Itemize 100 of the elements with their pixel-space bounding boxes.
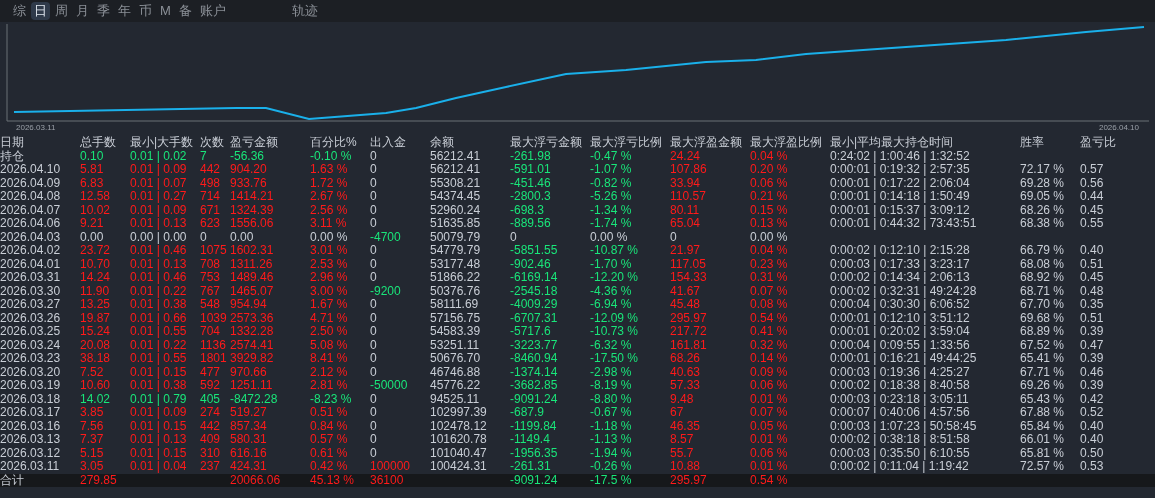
table-cell-text: 2.53 % [310,257,349,271]
table-cell-text: 0.00 [80,230,105,244]
table-cell-text: -889.56 [510,217,552,231]
table-cell-text: 0.32 % [750,338,789,352]
table-cell-text: 24.24 [670,149,702,163]
table-cell-text: 10.88 [670,460,702,474]
table-cell-text: -687.9 [510,406,546,420]
table-cell-text: 2026.04.02 [0,244,62,258]
table-cell-text: 592 [200,379,222,393]
table-cell-text: 295.97 [670,473,708,487]
table-cell-text: 0.46 [1080,365,1105,379]
table-cell-text: 19.87 [80,311,112,325]
column-header: 次数 [200,136,225,150]
table-cell-text: 54583.39 [430,325,482,339]
table-cell-text: -0.47 % [590,149,633,163]
table-cell-text: 3.11 % [310,217,348,231]
table-cell-text: 0.09 % [750,365,789,379]
table-cell-text: 54779.79 [430,244,482,258]
table-cell-text: 933.76 [230,176,268,190]
table-cell-text: 0 [370,244,378,258]
table-cell-text: 1.72 % [310,176,349,190]
table-cell-text: -9200 [370,284,402,298]
table-cell-text: -0.26 % [590,460,633,474]
table-cell-text: -6.94 % [590,298,633,312]
table-cell-text: -1.94 % [590,446,633,460]
track-tab[interactable]: 轨迹 [288,2,321,20]
table-cell-text: 405 [200,392,222,406]
table-cell-text: -4700 [370,230,402,244]
table-cell-text: 67.71 % [1020,365,1066,379]
table-cell-text: 68.26 [670,352,702,366]
table-cell-text: -12.20 % [590,271,640,285]
period-tab[interactable]: 综 [10,2,29,20]
table-cell-text: 0 [370,203,378,217]
table-cell-text: 1465.07 [230,284,275,298]
table-cell-text: 6.83 [80,176,105,190]
period-tab[interactable]: 年 [115,2,134,20]
table-cell-text: -1.13 % [590,433,633,447]
table-cell-text: 970.66 [230,365,268,379]
table-cell-text: 0.07 % [750,406,789,420]
table-cell-text: 1311.26 [230,257,274,271]
table-cell-text: 0.52 [1080,406,1105,420]
table-cell-text: 0.01 | 0.13 [130,257,188,271]
table-cell-text: 0.01 | 0.13 [130,217,188,231]
table-cell-text: 0:00:03 | 0:23:18 | 3:05:11 [830,392,970,406]
table-cell-text: 合计 [0,473,25,487]
table-cell-text: 1602.31 [230,244,275,258]
table-cell-text: 2026.04.01 [0,257,62,271]
table-cell-text: -5717.6 [510,325,552,339]
period-tab[interactable]: 周 [52,2,71,20]
table-cell-text: 8.57 [670,433,695,447]
table-cell-text: 0:00:04 | 0:09:55 | 1:33:56 [830,338,971,352]
table-cell-text: 0.01 | 0.55 [130,325,188,339]
table-cell-text: 0.48 [1080,284,1105,298]
table-cell-text: -451.46 [510,176,552,190]
table-cell-text: 57.33 [670,379,702,393]
table-cell-text: -0.82 % [590,176,633,190]
table-cell-text: 442 [200,163,222,177]
table-cell-text: 72.57 % [1020,460,1066,474]
table-cell-text: 2026.03.23 [0,352,62,366]
table-cell-text: 0:00:02 | 0:14:34 | 2:06:13 [830,271,971,285]
table-cell-text: -4.36 % [590,284,633,298]
table-cell-text: 20.08 [80,338,112,352]
table-cell-text: 2026.04.03 [0,230,62,244]
table-cell-text: 21.97 [670,244,702,258]
table-cell-text: 8.41 % [310,352,349,366]
table-cell-text: 0 [370,365,378,379]
table-cell-text: 0 [370,406,378,420]
table-cell-text: 1.67 % [310,298,349,312]
period-tab[interactable]: 币 [136,2,155,20]
period-tab[interactable]: 日 [31,2,50,20]
table-cell-text: 20066.06 [230,473,282,487]
table-cell-text: 5.08 % [310,338,349,352]
period-tab[interactable]: M [157,2,174,20]
table-cell-text: 2026.03.16 [0,419,62,433]
table-cell-text: 80.11 [670,203,701,217]
table-cell-text: 274 [200,406,222,420]
table-cell-text: 2574.41 [230,338,275,352]
table-cell-text: 0 [370,433,378,447]
table-cell-text: 41.67 [670,284,702,298]
table-cell-text: 0.00 % [310,230,349,244]
period-tab[interactable]: 季 [94,2,113,20]
period-tab[interactable]: 账户 [196,2,229,20]
table-cell-text: 0:00:01 | 0:17:22 | 2:06:04 [830,176,971,190]
table-cell-text: 10.70 [80,257,112,271]
table-cell-text: 55.7 [670,446,695,460]
table-cell-text: 2026.04.09 [0,176,62,190]
period-tab[interactable]: 备 [175,2,195,20]
table-cell-text: 3.01 % [310,244,349,258]
table-cell-text: 1801 [200,352,228,366]
table-cell-text: 0.57 [1080,163,1105,177]
table-cell-text: 0 [370,149,378,163]
period-tab[interactable]: 月 [73,2,92,20]
table-cell-text: 2026.03.11 [0,460,61,474]
table-cell-text: 50376.76 [430,284,482,298]
table-cell-text: 0 [370,176,378,190]
table-cell-text: 101040.47 [430,446,488,460]
table-cell-text: 0:00:01 | 0:19:32 | 2:57:35 [830,163,971,177]
table-cell-text: 0.01 | 0.02 [130,149,188,163]
table-cell-text: -2800.3 [510,190,552,204]
table-cell-text: 0.55 [1080,217,1105,231]
